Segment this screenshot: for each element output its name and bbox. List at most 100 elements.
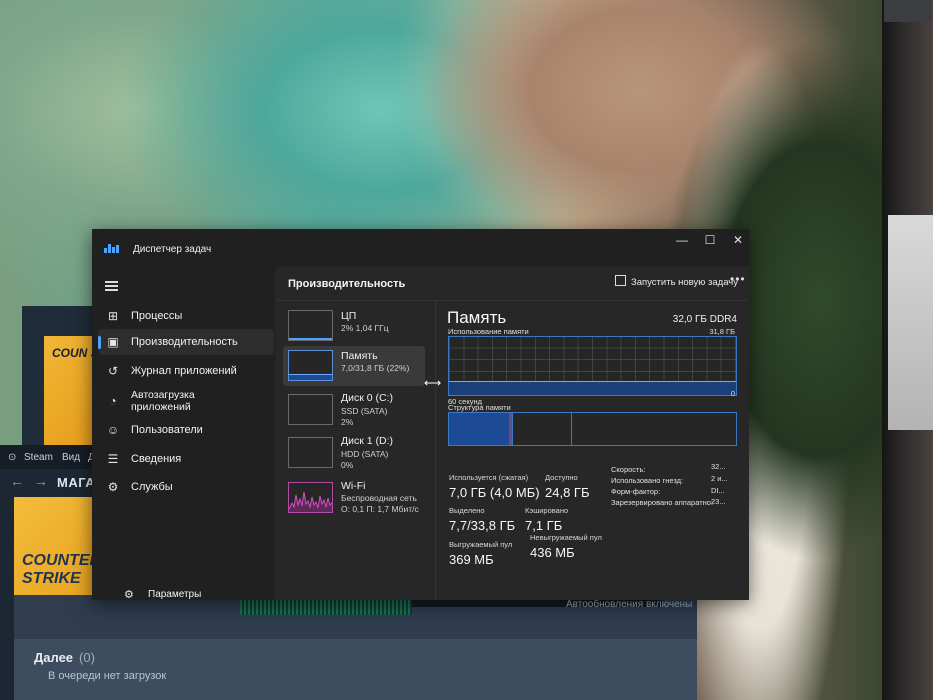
nav-label: Производительность [131,336,238,348]
run-new-task-button[interactable]: Запустить новую задачу [615,275,738,288]
close-button[interactable]: ✕ [730,233,746,247]
nav-label: Службы [131,481,173,493]
nav-services[interactable]: ⚙ Службы [98,474,274,500]
device-disk-0[interactable]: Диск 0 (C:) SSD (SATA) 2% [283,388,425,428]
memory-details: Память 32,0 ГБ DDR4 Использование памяти… [435,300,749,600]
back-arrow-icon[interactable]: ← [10,473,24,489]
nav-app-history[interactable]: ↺ Журнал приложений [98,358,274,384]
panel-header: Производительность Запустить новую задач… [275,266,749,301]
device-memory[interactable]: Память 7,0/31,8 ГБ (22%) [283,346,425,386]
speed-value: 32... [711,462,726,471]
device-status: О: 0,1 П: 1,7 Мбит/с [341,504,419,514]
device-type: SSD (SATA) [341,406,388,416]
device-name: Диск 1 (D:) [341,435,393,447]
steam-logo-icon[interactable]: ⊙ [8,452,16,463]
hamburger-menu-icon[interactable] [105,281,118,291]
device-disk-1[interactable]: Диск 1 (D:) HDD (SATA) 0% [283,431,425,471]
committed-value: 7,7/33,8 ГБ [449,518,516,533]
device-cpu[interactable]: ЦП 2% 1,04 ГГц [283,306,425,346]
minimize-button[interactable]: — [674,233,690,247]
window-title: Диспетчер задач [133,244,212,255]
device-type: Беспроводная сеть [341,493,417,503]
structure-standby [512,413,572,445]
available-value: 24,8 ГБ [545,485,590,500]
device-status: 2% [341,417,354,427]
background-poster [888,215,933,430]
sidebar: ⊞ Процессы ▣ Производительность ↺ Журнал… [92,265,275,600]
device-status: 0% [341,460,354,470]
form-factor-value: DI... [711,486,725,495]
usage-graph-label: Использование памяти [448,327,529,336]
slots-label: Использовано гнезд: [611,476,684,485]
device-type: HDD (SATA) [341,449,389,459]
device-status: 2% 1,04 ГГц [341,323,389,333]
speed-label: Скорость: [611,465,646,474]
nav-label: Журнал приложений [131,365,237,377]
services-icon: ⚙ [107,480,119,494]
list-icon: ☰ [107,452,119,466]
nav-startup-apps[interactable]: ◔ Автозагрузка приложений [98,388,274,414]
task-manager-window: Диспетчер задач — ☐ ✕ ⊞ Процессы ▣ Произ… [92,229,749,601]
performance-panel: Производительность Запустить новую задач… [275,266,749,600]
performance-icon: ▣ [107,335,119,349]
disk1-thumbnail [288,437,333,468]
nav-details[interactable]: ☰ Сведения [98,446,274,472]
reserved-label: Зарезервировано аппаратно: [611,498,714,507]
reserved-value: 23... [711,497,726,506]
form-factor-label: Форм-фактор: [611,487,661,496]
forward-arrow-icon[interactable]: → [34,473,48,489]
structure-label: Структура памяти [448,403,511,412]
usage-graph-max: 31,8 ГБ [709,327,735,336]
users-icon: ☺ [106,423,120,437]
steam-menu-view[interactable]: Вид [62,452,80,463]
startup-icon: ◔ [109,394,117,408]
memory-usage-fill [449,381,736,395]
nav-performance[interactable]: ▣ Производительность [98,329,274,355]
committed-label: Выделено [449,506,485,515]
in-use-value: 7,0 ГБ (4,0 МБ) [449,485,540,500]
titlebar[interactable]: Диспетчер задач — ☐ ✕ [92,229,749,265]
task-manager-logo-icon [104,244,119,253]
queue-next-heading: Далее (0) [34,650,95,665]
history-icon: ↺ [107,364,119,378]
available-label: Доступно [545,473,578,482]
wifi-graph [289,491,332,512]
run-task-label: Запустить новую задачу [631,277,738,288]
cpu-thumbnail [288,310,333,341]
device-wifi[interactable]: Wi-Fi Беспроводная сеть О: 0,1 П: 1,7 Мб… [283,476,425,516]
memory-structure-bar [448,412,737,446]
cached-value: 7,1 ГБ [525,518,563,533]
cached-label: Кэшировано [525,506,569,515]
paged-pool-label: Выгружаемый пул [449,540,513,549]
grid-icon: ⊞ [107,309,119,323]
steam-menu-steam[interactable]: Steam [24,452,53,463]
settings-label: Параметры [148,589,202,600]
structure-used [449,413,513,445]
settings-button[interactable]: ⚙ Параметры [98,585,248,605]
auto-updates-status: Автообновления включены [566,599,693,610]
nav-users[interactable]: ☺ Пользователи [98,417,274,443]
device-status: 7,0/31,8 ГБ (22%) [341,363,410,373]
memory-title: Память [447,308,507,327]
wifi-thumbnail [288,482,333,513]
nav-processes[interactable]: ⊞ Процессы [98,303,274,329]
gear-icon: ⚙ [124,589,134,601]
nav-label: Сведения [131,453,182,465]
new-task-icon [615,275,626,286]
page-title: Производительность [288,278,406,290]
nav-label: Пользователи [131,424,203,436]
queue-empty-text: В очереди нет загрузок [48,670,167,682]
queue-next-count: (0) [79,650,95,665]
nav-label: Автозагрузка приложений [131,389,195,413]
device-name: Память [341,350,378,362]
nav-label: Процессы [131,310,183,322]
device-name: ЦП [341,310,357,322]
usage-graph-min: 0 [730,389,735,398]
in-use-label: Используется (сжатая) [449,473,529,482]
more-options-button[interactable]: ••• [730,272,746,286]
memory-type: 32,0 ГБ DDR4 [672,314,737,325]
maximize-button[interactable]: ☐ [702,233,718,247]
disk0-thumbnail [288,394,333,425]
corner-icon [884,0,932,22]
nonpaged-pool-label: Невыгружаемый пул [530,533,602,542]
